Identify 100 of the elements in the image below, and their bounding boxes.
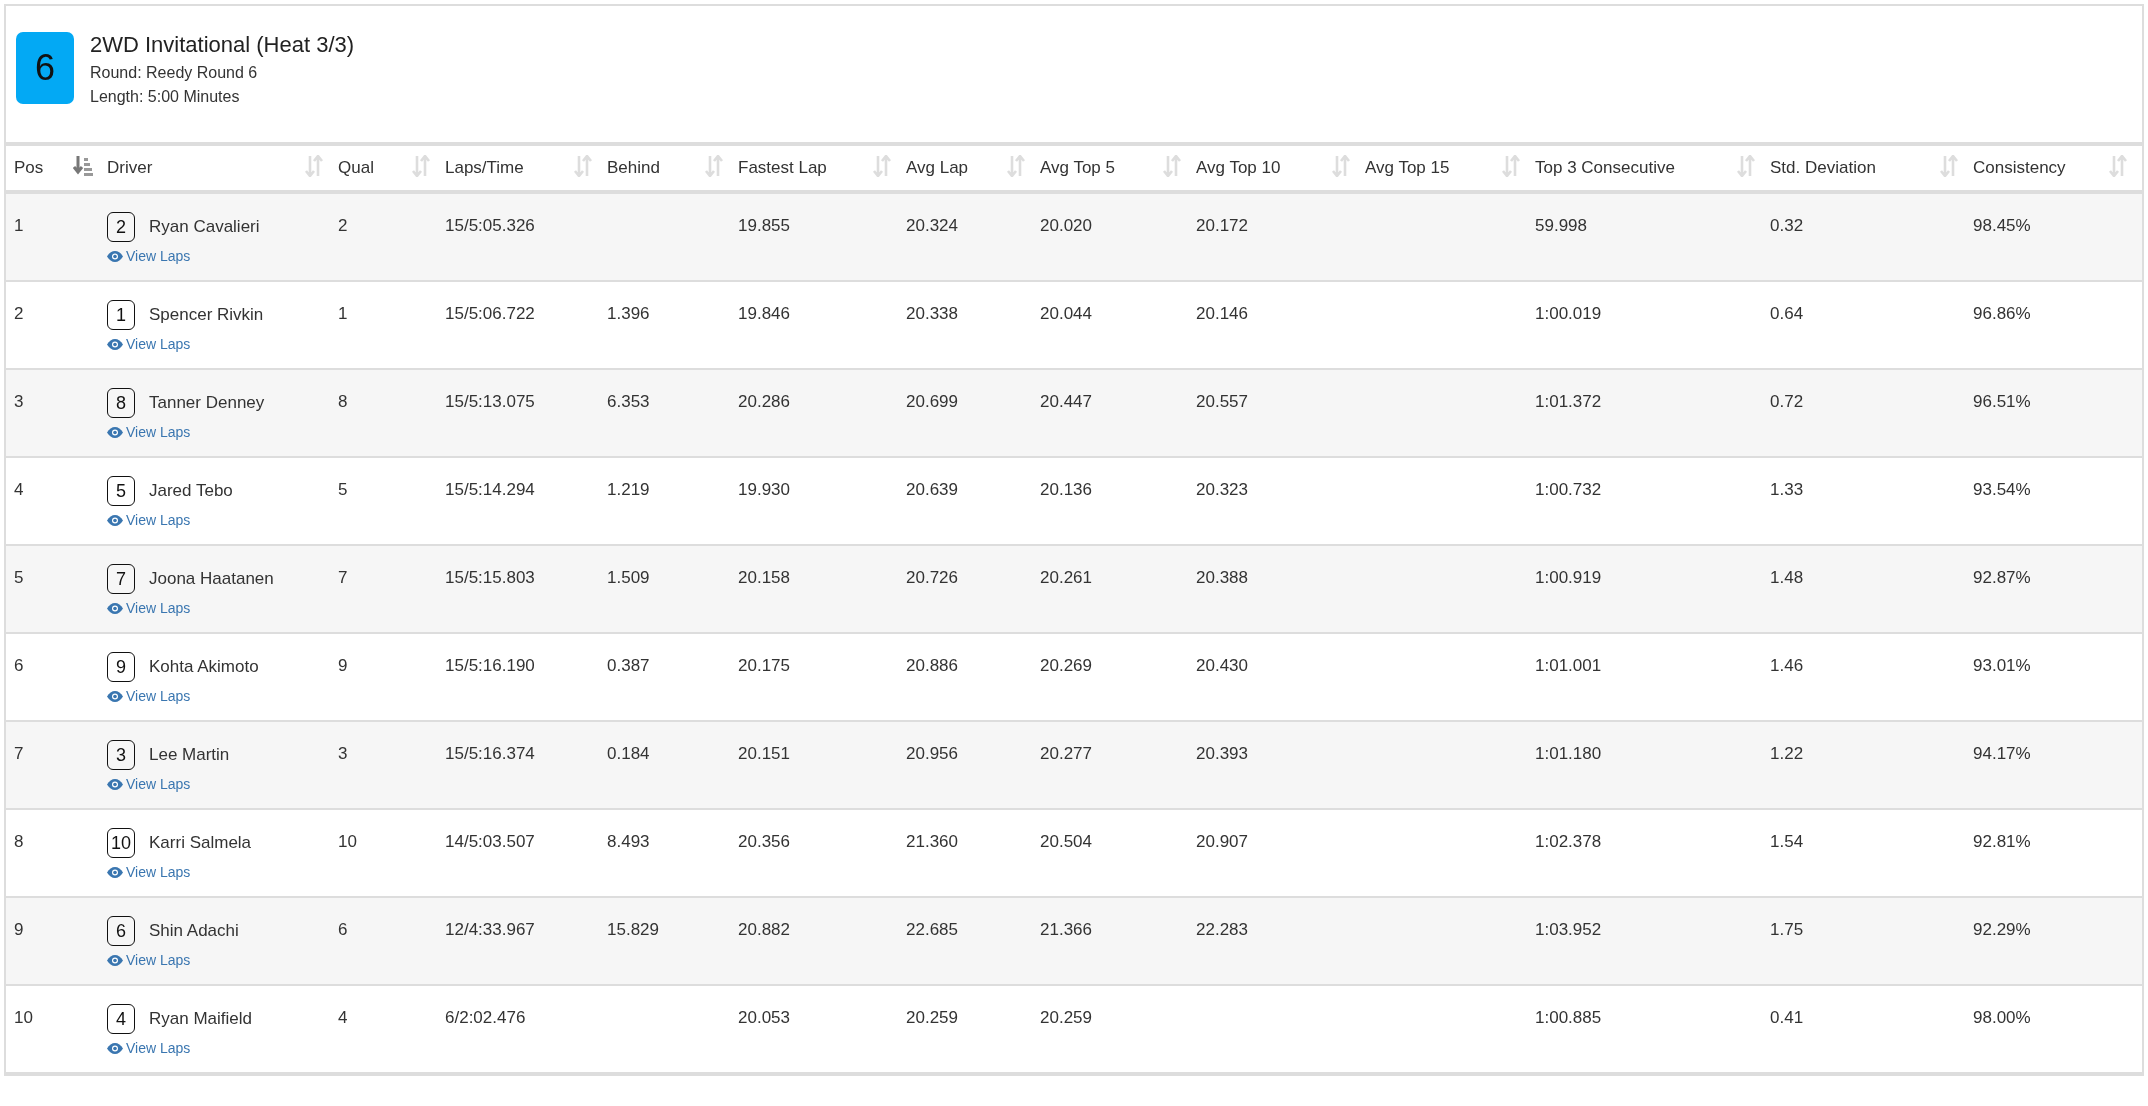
sort-icon[interactable] — [1162, 154, 1182, 177]
table-cell: 15/5:06.722 — [445, 304, 535, 323]
driver-name: Tanner Denney — [149, 393, 265, 413]
table-cell: 1.75 — [1770, 920, 1804, 939]
table-cell: 15/5:15.803 — [445, 568, 535, 587]
table-cell: 20.338 — [906, 304, 958, 323]
eye-icon — [107, 866, 123, 878]
table-cell: 1:00.885 — [1535, 1008, 1602, 1027]
table-cell: 20.907 — [1196, 832, 1248, 851]
position-cell: 7 — [14, 744, 24, 763]
table-cell: 20.324 — [906, 216, 958, 235]
table-cell: 98.00% — [1973, 1008, 2031, 1027]
eye-icon — [107, 426, 123, 438]
driver-name: Lee Martin — [149, 745, 230, 765]
column-header: Std. Deviation — [1770, 158, 1876, 178]
table-cell: 12/4:33.967 — [445, 920, 535, 939]
sort-icon[interactable] — [1006, 154, 1026, 177]
driver-name: Joona Haatanen — [149, 569, 274, 589]
eye-icon — [107, 690, 123, 702]
sort-icon[interactable] — [1736, 154, 1756, 177]
eye-icon — [107, 1042, 123, 1054]
view-laps-link[interactable]: View Laps — [107, 864, 191, 880]
table-cell: 1:02.378 — [1535, 832, 1602, 851]
table-cell: 92.81% — [1973, 832, 2031, 851]
table-cell: 96.86% — [1973, 304, 2031, 323]
heat-title: 2WD Invitational (Heat 3/3) — [90, 32, 355, 58]
table-cell: 19.855 — [738, 216, 790, 235]
table-cell: 1.396 — [607, 304, 650, 323]
table-cell: 20.882 — [738, 920, 790, 939]
table-cell: 20.172 — [1196, 216, 1248, 235]
table-cell: 9 — [338, 656, 348, 675]
view-laps-link[interactable]: View Laps — [107, 424, 191, 440]
driver-name: Kohta Akimoto — [149, 657, 259, 677]
view-laps-link[interactable]: View Laps — [107, 1040, 191, 1056]
view-laps-link[interactable]: View Laps — [107, 336, 191, 352]
table-cell: 0.387 — [607, 656, 650, 675]
view-laps-link[interactable]: View Laps — [107, 600, 191, 616]
view-laps-link[interactable]: View Laps — [107, 776, 191, 792]
column-header: Qual — [338, 158, 374, 178]
table-cell: 20.323 — [1196, 480, 1248, 499]
sort-descending-icon[interactable] — [73, 154, 93, 177]
driver-name: Shin Adachi — [149, 921, 239, 941]
sort-icon[interactable] — [2108, 154, 2128, 177]
car-number-badge: 9 — [107, 652, 135, 682]
sort-icon[interactable] — [1331, 154, 1351, 177]
table-cell: 20.151 — [738, 744, 790, 763]
sort-icon[interactable] — [1501, 154, 1521, 177]
table-cell: 19.930 — [738, 480, 790, 499]
table-cell: 6.353 — [607, 392, 650, 411]
table-cell: 1:00.919 — [1535, 568, 1602, 587]
table-cell: 14/5:03.507 — [445, 832, 535, 851]
driver-name: Ryan Cavalieri — [149, 217, 260, 237]
table-cell: 15/5:16.190 — [445, 656, 535, 675]
table-cell: 21.366 — [1040, 920, 1092, 939]
column-header: Behind — [607, 158, 660, 178]
table-cell: 93.54% — [1973, 480, 2031, 499]
column-header: Fastest Lap — [738, 158, 827, 178]
table-cell: 20.158 — [738, 568, 790, 587]
table-cell: 1 — [338, 304, 348, 323]
car-number-badge: 3 — [107, 740, 135, 770]
view-laps-link[interactable]: View Laps — [107, 248, 191, 264]
sort-icon[interactable] — [411, 154, 431, 177]
table-cell: 20.447 — [1040, 392, 1092, 411]
table-cell: 1.33 — [1770, 480, 1804, 499]
table-cell: 15/5:13.075 — [445, 392, 535, 411]
table-cell: 1:01.180 — [1535, 744, 1602, 763]
table-cell: 20.277 — [1040, 744, 1092, 763]
table-cell: 20.393 — [1196, 744, 1248, 763]
driver-name: Spencer Rivkin — [149, 305, 264, 325]
table-cell: 20.053 — [738, 1008, 790, 1027]
table-cell: 1.509 — [607, 568, 650, 587]
car-number-badge: 1 — [107, 300, 135, 330]
table-cell: 2 — [338, 216, 348, 235]
table-cell: 20.557 — [1196, 392, 1248, 411]
sort-icon[interactable] — [304, 154, 324, 177]
eye-icon — [107, 514, 123, 526]
position-cell: 8 — [14, 832, 24, 851]
sort-icon[interactable] — [573, 154, 593, 177]
table-cell: 1:03.952 — [1535, 920, 1602, 939]
sort-icon[interactable] — [1939, 154, 1959, 177]
view-laps-link[interactable]: View Laps — [107, 952, 191, 968]
heat-number-badge: 6 — [16, 32, 74, 104]
car-number-badge: 8 — [107, 388, 135, 418]
position-cell: 1 — [14, 216, 24, 235]
table-cell: 6 — [338, 920, 348, 939]
table-cell: 10 — [338, 832, 357, 851]
view-laps-link[interactable]: View Laps — [107, 688, 191, 704]
table-cell: 20.259 — [906, 1008, 958, 1027]
view-laps-link[interactable]: View Laps — [107, 512, 191, 528]
table-cell: 92.87% — [1973, 568, 2031, 587]
table-cell: 20.259 — [1040, 1008, 1092, 1027]
column-header: Avg Top 5 — [1040, 158, 1115, 178]
sort-icon[interactable] — [872, 154, 892, 177]
table-cell: 22.283 — [1196, 920, 1248, 939]
table-cell: 20.388 — [1196, 568, 1248, 587]
table-cell: 19.846 — [738, 304, 790, 323]
sort-icon[interactable] — [704, 154, 724, 177]
car-number-badge: 7 — [107, 564, 135, 594]
table-cell: 93.01% — [1973, 656, 2031, 675]
table-cell: 5 — [338, 480, 348, 499]
